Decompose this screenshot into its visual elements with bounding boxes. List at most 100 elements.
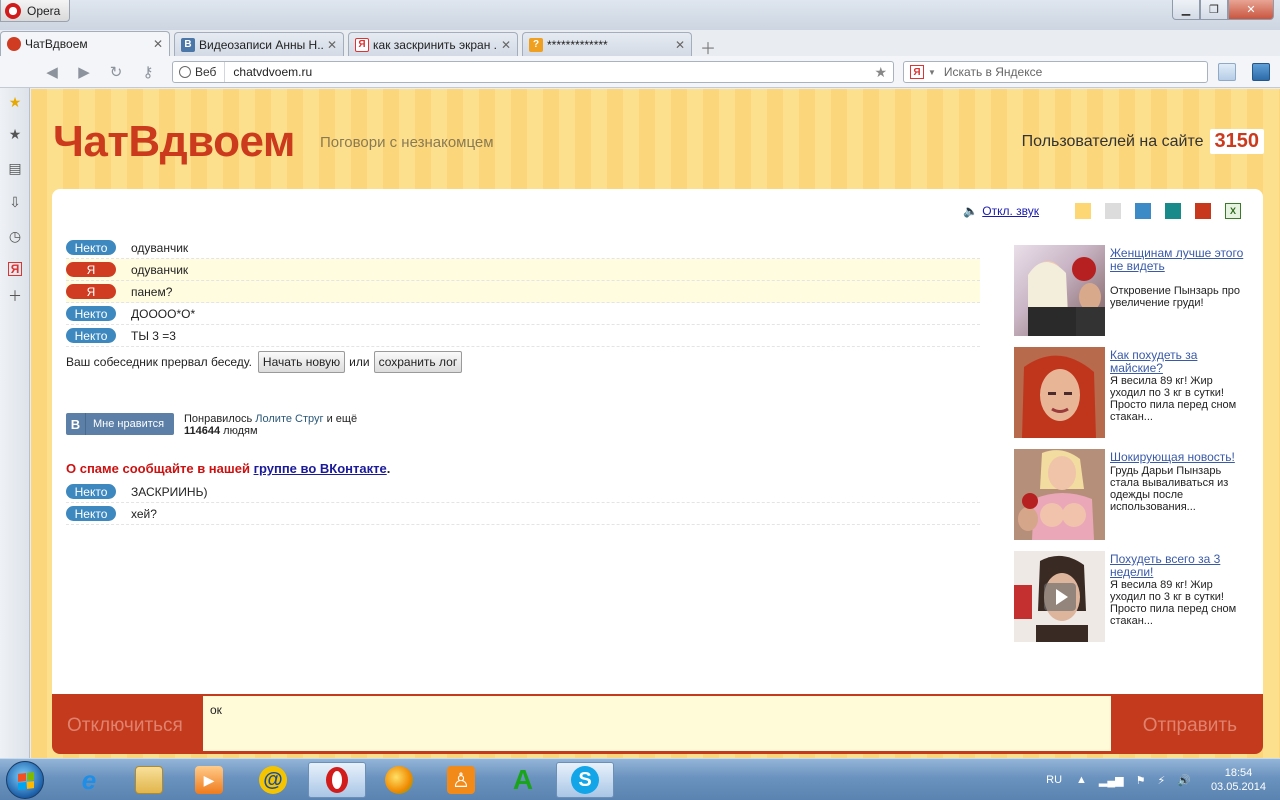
taskbar-mail-agent[interactable]: @ — [244, 762, 302, 798]
send-button[interactable]: Отправить — [1143, 715, 1237, 737]
power-icon[interactable]: ⚡ — [1158, 774, 1166, 787]
clock[interactable]: 18:54 03.05.2014 — [1211, 766, 1266, 794]
site-logo[interactable]: ЧатВдвоем — [53, 117, 295, 167]
taskbar-explorer[interactable] — [120, 762, 178, 798]
close-tab-icon[interactable]: ✕ — [675, 38, 685, 52]
ad-image[interactable] — [1014, 245, 1105, 336]
ad-item[interactable]: Женщинам лучше этого не видеть Откровени… — [1014, 245, 1254, 347]
vk-group-link[interactable]: группе во ВКонтакте — [254, 461, 387, 476]
or-text: или — [349, 355, 370, 369]
address-mode[interactable]: Веб — [173, 62, 226, 82]
tab-chatvdvoem[interactable]: ЧатВдвоем ✕ — [0, 31, 170, 56]
address-mode-label: Веб — [195, 65, 217, 79]
stranger-badge: Некто — [66, 328, 116, 343]
chat-message: Я одуванчик — [66, 259, 980, 281]
vk-like-button[interactable]: В Мне нравится — [66, 413, 174, 435]
reload-icon[interactable]: ↻ — [106, 62, 126, 82]
new-chat-button[interactable]: Начать новую — [257, 351, 346, 373]
forward-icon[interactable]: ▶ — [74, 62, 94, 82]
network-error-icon[interactable]: ⚑ — [1136, 774, 1146, 787]
taskbar-app-a[interactable]: A — [494, 762, 552, 798]
chat-card: 🔈 Откл. звук X Некто одуванчик Я одуванч… — [52, 189, 1263, 694]
taskbar-opera[interactable] — [308, 762, 366, 798]
ad-title-link[interactable]: Похудеть всего за 3 недели! — [1110, 553, 1246, 579]
close-tab-icon[interactable]: ✕ — [501, 38, 511, 52]
tab-yandex-search[interactable]: Я как заскринить экран ... ✕ — [348, 32, 518, 56]
site-tagline: Поговори с незнакомцем — [320, 134, 494, 151]
network-signal-icon[interactable]: ▂▄▆ — [1099, 774, 1124, 787]
excel-export-icon[interactable]: X — [1225, 203, 1241, 219]
taskbar-ie[interactable]: e — [60, 762, 118, 798]
theme-teal-swatch[interactable] — [1165, 203, 1181, 219]
speaker-icon[interactable]: 🔈 — [963, 204, 978, 218]
tray-arrow-icon[interactable]: ▲ — [1076, 774, 1087, 786]
yandex-panel-icon[interactable]: Я — [8, 262, 22, 276]
ad-image[interactable] — [1014, 449, 1105, 540]
ad-title-link[interactable]: Как похудеть за майские? — [1110, 349, 1246, 375]
taskbar-media-player[interactable]: ▶ — [180, 762, 238, 798]
start-button[interactable] — [6, 761, 44, 799]
history-clock-icon[interactable]: ◷ — [7, 228, 23, 244]
downloads-icon[interactable]: ⇩ — [7, 194, 23, 210]
skype-icon: S — [571, 766, 599, 794]
game-icon — [385, 766, 413, 794]
theme-red-swatch[interactable] — [1195, 203, 1211, 219]
clock-date: 03.05.2014 — [1210, 781, 1266, 793]
address-bar[interactable]: Веб chatvdvoem.ru ★ — [172, 61, 894, 83]
ad-item[interactable]: Похудеть всего за 3 недели! Я весила 89 … — [1014, 551, 1254, 653]
ad-item[interactable]: Как похудеть за майские? Я весила 89 кг!… — [1014, 347, 1254, 449]
theme-blue-swatch[interactable] — [1135, 203, 1151, 219]
ad-image[interactable] — [1014, 551, 1105, 642]
notes-icon[interactable]: ▤ — [7, 160, 23, 176]
message-input-bar: Отключиться ок Отправить — [52, 694, 1263, 754]
taskbar-game[interactable] — [370, 762, 428, 798]
back-icon[interactable]: ◀ — [42, 62, 62, 82]
vk-icon: B — [181, 37, 195, 52]
ad-title-link[interactable]: Шокирующая новость! — [1110, 451, 1246, 464]
browser-titlebar: Opera ▁ ❐ ✕ — [0, 0, 1280, 30]
close-tab-icon[interactable]: ✕ — [153, 37, 163, 51]
spam-period: . — [386, 461, 391, 476]
opera-unite-icon[interactable] — [1252, 63, 1270, 81]
message-input[interactable]: ок — [203, 696, 1111, 751]
spam-notice: О спаме сообщайте в нашей группе во ВКон… — [66, 461, 390, 476]
save-log-button[interactable]: сохранить лог — [373, 351, 463, 373]
yandex-engine-icon[interactable]: Я — [910, 65, 924, 79]
volume-icon[interactable]: 🔊 — [1177, 774, 1191, 787]
maximize-button[interactable]: ❐ — [1200, 0, 1228, 20]
add-panel-icon[interactable]: ＋ — [7, 288, 23, 304]
taskbar-odnoklassniki[interactable]: ♙ — [432, 762, 490, 798]
key-icon[interactable]: ⚷ — [138, 62, 158, 82]
globe-icon — [179, 66, 191, 78]
vk-liked-name-link[interactable]: Лолите Струг — [255, 413, 323, 425]
taskbar-skype[interactable]: S — [556, 762, 614, 798]
opera-logo-icon — [5, 2, 21, 19]
windows-taskbar: e ▶ @ ♙ A S RU ▲ ▂▄▆ ⚑ ⚡ 🔊 18:54 03.05.2… — [0, 758, 1280, 800]
ad-description: Грудь Дарьи Пынзарь стала вываливаться и… — [1110, 465, 1229, 513]
tab-hidden[interactable]: ? ************* ✕ — [522, 32, 692, 56]
theme-gray-swatch[interactable] — [1105, 203, 1121, 219]
minimize-button[interactable]: ▁ — [1172, 0, 1200, 20]
ad-title-link[interactable]: Женщинам лучше этого не видеть — [1110, 247, 1246, 273]
chat-log-new: Некто ЗАСКРИИНЬ) Некто хей? — [66, 481, 980, 525]
bookmark-star-icon[interactable]: ★ — [874, 64, 893, 81]
url-text[interactable]: chatvdvoem.ru — [225, 65, 874, 79]
page-icon[interactable] — [1218, 63, 1236, 81]
stranger-badge: Некто — [66, 240, 116, 255]
search-box[interactable]: Я ▼ Искать в Яндексе — [903, 61, 1208, 83]
chat-ended-notice: Ваш собеседник прервал беседу. Начать но… — [66, 351, 466, 373]
disconnect-button[interactable]: Отключиться — [67, 715, 183, 737]
tab-vk-videos[interactable]: B Видеозаписи Анны Н... ✕ — [174, 32, 344, 56]
mail-agent-icon: @ — [259, 766, 287, 794]
mute-sound-link[interactable]: Откл. звук — [982, 204, 1039, 218]
bookmarks-star-icon[interactable]: ★ — [7, 94, 23, 110]
opera-menu-button[interactable]: Opera — [0, 0, 70, 22]
language-indicator[interactable]: RU — [1046, 774, 1062, 786]
ad-item[interactable]: Шокирующая новость! Грудь Дарьи Пынзарь … — [1014, 449, 1254, 551]
ad-image[interactable] — [1014, 347, 1105, 438]
close-tab-icon[interactable]: ✕ — [327, 38, 337, 52]
theme-yellow-swatch[interactable] — [1075, 203, 1091, 219]
engine-dropdown-icon[interactable]: ▼ — [928, 68, 936, 77]
close-window-button[interactable]: ✕ — [1228, 0, 1274, 20]
favorites-star-icon[interactable]: ★ — [7, 126, 23, 142]
